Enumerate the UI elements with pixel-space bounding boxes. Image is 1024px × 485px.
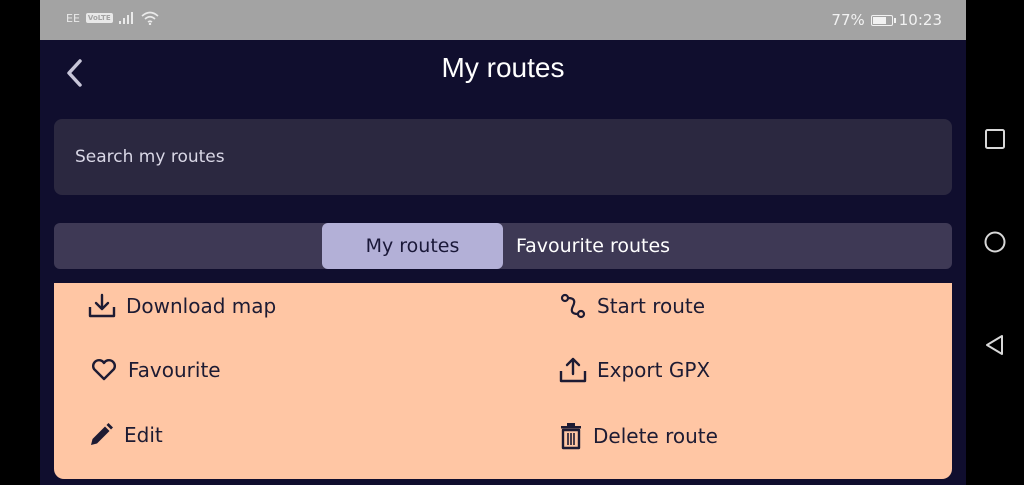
heart-icon: [91, 358, 117, 381]
app-screen: EE VoLTE 77% 10:23 My routes Search my r…: [40, 0, 966, 485]
status-left: EE VoLTE: [66, 11, 159, 25]
page-title: My routes: [441, 52, 565, 83]
recent-apps-icon[interactable]: [982, 126, 1008, 152]
route-icon: [560, 293, 586, 319]
battery-icon: [870, 14, 896, 26]
volte-badge: VoLTE: [85, 13, 113, 23]
export-icon: [559, 357, 587, 383]
signal-icon: [118, 12, 133, 24]
export-gpx-button[interactable]: Export GPX: [559, 356, 710, 384]
start-route-button[interactable]: Start route: [559, 293, 705, 319]
search-input[interactable]: [54, 119, 952, 195]
android-nav-bar: [966, 0, 1024, 485]
battery-percent: 77%: [831, 11, 865, 29]
wifi-icon: [141, 11, 159, 25]
delete-route-button[interactable]: Delete route: [559, 422, 718, 450]
download-map-button[interactable]: Download map: [88, 293, 276, 319]
back-icon[interactable]: [982, 332, 1008, 358]
battery-fill: [872, 16, 886, 24]
start-route-label: Start route: [597, 294, 706, 318]
carrier-label: EE: [66, 11, 80, 25]
tab-favourite-routes[interactable]: Favourite routes: [503, 223, 683, 269]
tab-my-routes[interactable]: My routes: [322, 223, 503, 269]
home-icon[interactable]: [982, 229, 1008, 255]
favourite-label: Favourite: [128, 358, 221, 382]
download-map-label: Download map: [126, 294, 277, 318]
status-right: 77% 10:23: [831, 11, 942, 29]
delete-route-label: Delete route: [593, 424, 718, 448]
status-bar: EE VoLTE 77% 10:23: [40, 0, 966, 40]
trash-icon: [561, 423, 581, 450]
edit-button[interactable]: Edit: [88, 422, 163, 448]
clock: 10:23: [898, 11, 942, 29]
tab-bar: My routes Favourite routes: [54, 223, 952, 269]
pencil-icon: [91, 423, 113, 445]
export-gpx-label: Export GPX: [597, 358, 711, 382]
download-icon: [88, 293, 116, 318]
edit-label: Edit: [124, 423, 163, 447]
route-actions-panel: Download map Start route Favourite Expor…: [54, 283, 952, 479]
favourite-button[interactable]: Favourite: [90, 358, 221, 382]
